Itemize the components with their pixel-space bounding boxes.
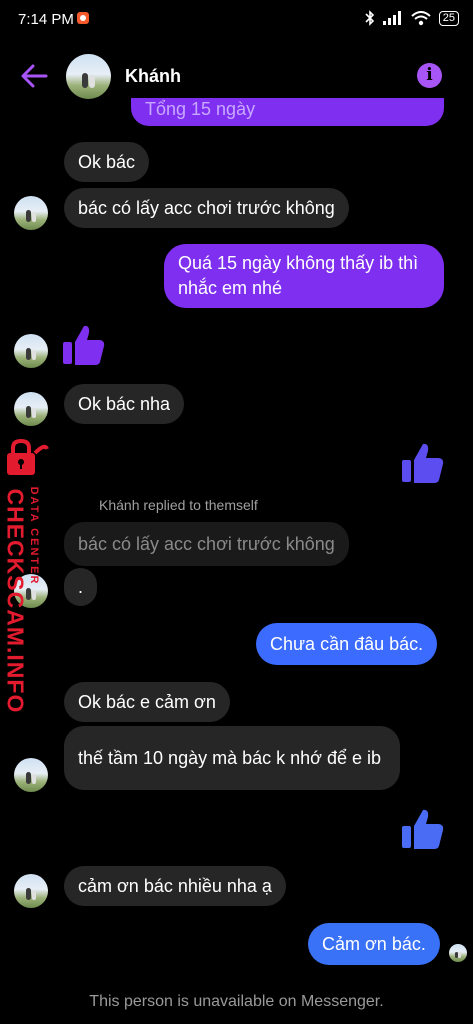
message-bubble-outgoing[interactable]: Chưa cần đâu bác. bbox=[256, 623, 438, 665]
message-text: Ok bác bbox=[78, 151, 136, 172]
thumbs-up-icon[interactable] bbox=[401, 440, 445, 484]
back-arrow-icon[interactable] bbox=[20, 63, 48, 89]
screen-record-icon bbox=[77, 12, 89, 24]
unavailable-notice: This person is unavailable on Messenger. bbox=[89, 993, 384, 1010]
sender-avatar[interactable] bbox=[14, 334, 48, 368]
message-text: thế tầm 10 ngày mà bác k nhớ để e ib bbox=[78, 747, 381, 768]
sender-avatar[interactable] bbox=[14, 874, 48, 908]
bluetooth-icon bbox=[365, 10, 374, 26]
message-text: Quá 15 ngày không thấy ib thì nhắc em nh… bbox=[178, 253, 419, 298]
contact-avatar[interactable] bbox=[66, 54, 111, 99]
message-bubble-incoming[interactable]: . bbox=[64, 568, 98, 606]
status-time: 7:14 PM bbox=[18, 11, 74, 28]
contact-name[interactable]: Khánh bbox=[125, 66, 181, 87]
message-text: Ok bác e cảm ơn bbox=[78, 691, 216, 712]
message-text: cảm ơn bác nhiều nha ạ bbox=[78, 875, 272, 896]
battery-indicator: 25 bbox=[438, 10, 459, 26]
quoted-message-text: bác có lấy acc chơi trước không bbox=[78, 533, 335, 554]
message-bubble-incoming[interactable]: thế tầm 10 ngày mà bác k nhớ để e ib bbox=[64, 726, 400, 790]
message-bubble-incoming[interactable]: Ok bác e cảm ơn bbox=[64, 682, 230, 722]
lock-icon bbox=[7, 439, 49, 475]
quoted-message[interactable]: bác có lấy acc chơi trước không bbox=[64, 522, 349, 566]
message-bubble-incoming[interactable]: cảm ơn bác nhiều nha ạ bbox=[64, 866, 286, 906]
reply-label: Khánh replied to themself bbox=[99, 497, 258, 513]
sender-avatar[interactable] bbox=[14, 196, 48, 230]
message-bubble-outgoing[interactable]: Tổng 15 ngày bbox=[131, 98, 444, 126]
sender-avatar[interactable] bbox=[14, 392, 48, 426]
status-icons: 25 bbox=[365, 10, 459, 26]
watermark-text: CHECKSCAM.INFO bbox=[2, 488, 29, 714]
message-bubble-incoming[interactable]: Ok bác nha bbox=[64, 384, 185, 424]
signal-icon bbox=[382, 11, 401, 25]
message-bubble-outgoing[interactable]: Quá 15 ngày không thấy ib thì nhắc em nh… bbox=[164, 244, 444, 308]
message-bubble-outgoing[interactable]: Cảm ơn bác. bbox=[308, 923, 440, 965]
message-text: Cảm ơn bác. bbox=[322, 933, 426, 954]
message-bubble-incoming[interactable]: bác có lấy acc chơi trước không bbox=[64, 188, 349, 228]
message-text: Ok bác nha bbox=[78, 393, 171, 414]
message-text: . bbox=[78, 576, 84, 597]
thumbs-up-icon[interactable] bbox=[401, 806, 445, 850]
watermark-subtext: DATA CENTER bbox=[28, 486, 40, 586]
sender-avatar[interactable] bbox=[14, 758, 48, 792]
info-icon[interactable]: i bbox=[417, 63, 442, 88]
message-text: Tổng 15 ngày bbox=[145, 99, 256, 119]
seen-avatar bbox=[449, 944, 467, 962]
message-text: Chưa cần đâu bác. bbox=[270, 633, 424, 654]
message-bubble-incoming[interactable]: Ok bác bbox=[64, 142, 150, 182]
thumbs-up-icon[interactable] bbox=[62, 322, 106, 366]
message-text: bác có lấy acc chơi trước không bbox=[78, 197, 335, 218]
wifi-icon bbox=[411, 10, 431, 25]
